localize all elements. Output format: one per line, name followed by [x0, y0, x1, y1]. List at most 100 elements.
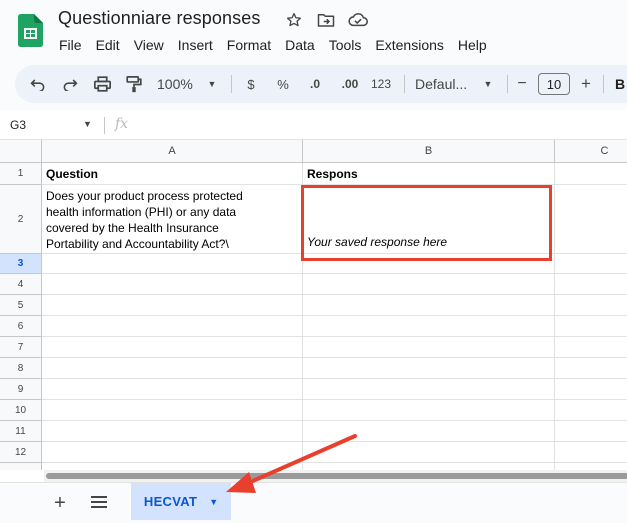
empty-cell[interactable] — [555, 358, 627, 379]
star-icon[interactable] — [283, 10, 305, 30]
empty-cell[interactable] — [555, 274, 627, 295]
cell-a1[interactable]: Question — [42, 163, 303, 185]
name-box-dropdown-icon[interactable]: ▼ — [83, 119, 92, 129]
empty-cell[interactable] — [303, 295, 555, 316]
font-dropdown-icon[interactable]: ▼ — [481, 65, 495, 103]
empty-cell[interactable] — [555, 316, 627, 337]
empty-cell[interactable] — [303, 400, 555, 421]
percent-format-button[interactable]: % — [273, 65, 293, 103]
empty-cell[interactable] — [555, 379, 627, 400]
cell-c2[interactable] — [555, 185, 627, 254]
undo-icon[interactable] — [27, 65, 49, 103]
all-sheets-menu-icon[interactable] — [90, 495, 108, 509]
row-header[interactable]: 9 — [0, 379, 42, 400]
row-header[interactable]: 12 — [0, 442, 42, 463]
row-header[interactable]: 4 — [0, 274, 42, 295]
sheet-tab-hecvat[interactable]: HECVAT ▼ — [131, 483, 231, 520]
empty-cell[interactable] — [303, 379, 555, 400]
cell-c1[interactable] — [555, 163, 627, 185]
name-box[interactable]: G3 — [10, 118, 26, 132]
empty-cell[interactable] — [555, 442, 627, 463]
cell-a2-line: health information (PHI) or any data — [46, 205, 237, 219]
toolbar-divider — [404, 75, 405, 93]
empty-cell[interactable] — [42, 379, 303, 400]
increase-font-size-button[interactable]: + — [577, 65, 595, 103]
empty-cell[interactable] — [303, 442, 555, 463]
row-header[interactable]: 11 — [0, 421, 42, 442]
empty-cell[interactable] — [42, 421, 303, 442]
cell-b1[interactable]: Respons — [303, 163, 555, 185]
annotation-highlight-box — [301, 185, 552, 261]
empty-cell[interactable] — [42, 316, 303, 337]
menu-file[interactable]: File — [52, 36, 89, 54]
print-icon[interactable] — [90, 65, 114, 103]
menu-tools[interactable]: Tools — [322, 36, 369, 54]
empty-cell[interactable] — [303, 337, 555, 358]
empty-cell[interactable] — [555, 463, 627, 470]
fx-icon: fx — [115, 116, 129, 132]
cell-a3[interactable] — [42, 254, 303, 274]
empty-cell[interactable] — [303, 358, 555, 379]
row-header[interactable] — [0, 463, 42, 470]
empty-cell[interactable] — [42, 358, 303, 379]
sheets-logo-icon[interactable] — [18, 14, 43, 47]
column-header-c[interactable]: C — [555, 140, 627, 163]
formula-divider — [104, 117, 105, 134]
row-header[interactable]: 7 — [0, 337, 42, 358]
zoom-dropdown-icon[interactable]: ▼ — [205, 65, 219, 103]
empty-cell[interactable] — [42, 442, 303, 463]
menu-data[interactable]: Data — [278, 36, 322, 54]
row-header[interactable]: 5 — [0, 295, 42, 316]
empty-cell[interactable] — [42, 274, 303, 295]
row-header[interactable]: 8 — [0, 358, 42, 379]
bold-button[interactable]: B — [612, 65, 627, 103]
empty-cell[interactable] — [555, 400, 627, 421]
currency-format-button[interactable]: $ — [241, 65, 261, 103]
row-header[interactable]: 10 — [0, 400, 42, 421]
paint-format-icon[interactable] — [122, 65, 146, 103]
empty-cell[interactable] — [42, 337, 303, 358]
cell-a2[interactable]: Does your product process protected heal… — [42, 185, 303, 254]
scrollbar-thumb[interactable] — [46, 473, 627, 479]
document-title[interactable]: Questionniare responses — [58, 8, 260, 29]
menu-insert[interactable]: Insert — [171, 36, 220, 54]
menu-view[interactable]: View — [127, 36, 171, 54]
empty-cell[interactable] — [42, 400, 303, 421]
menu-help[interactable]: Help — [451, 36, 494, 54]
decrease-decimals-button[interactable]: .0 — [302, 65, 328, 103]
empty-cell[interactable] — [555, 295, 627, 316]
toolbar-divider — [603, 75, 604, 93]
row-header[interactable]: 2 — [0, 185, 42, 254]
add-sheet-icon[interactable]: + — [50, 492, 70, 515]
increase-decimals-button[interactable]: .00 — [335, 65, 365, 103]
empty-cell[interactable] — [42, 463, 303, 470]
row-header[interactable]: 6 — [0, 316, 42, 337]
empty-cell[interactable] — [555, 421, 627, 442]
sheet-tab-dropdown-icon[interactable]: ▼ — [209, 497, 218, 507]
empty-cell[interactable] — [42, 295, 303, 316]
cloud-saved-icon[interactable] — [347, 10, 369, 30]
row-header-active[interactable]: 3 — [0, 254, 42, 274]
empty-cell[interactable] — [303, 316, 555, 337]
redo-icon[interactable] — [59, 65, 81, 103]
menu-extensions[interactable]: Extensions — [368, 36, 450, 54]
menu-format[interactable]: Format — [220, 36, 278, 54]
font-size-input[interactable]: 10 — [538, 73, 570, 95]
move-to-folder-icon[interactable] — [315, 10, 337, 30]
empty-cell[interactable] — [303, 463, 555, 470]
row-header[interactable]: 1 — [0, 163, 42, 185]
empty-cell[interactable] — [303, 274, 555, 295]
empty-cell[interactable] — [555, 337, 627, 358]
decrease-font-size-button[interactable]: − — [513, 65, 531, 103]
number-format-button[interactable]: 123 — [368, 65, 394, 103]
column-header-a[interactable]: A — [42, 140, 303, 163]
menu-edit[interactable]: Edit — [89, 36, 127, 54]
font-family-value: Defaul... — [415, 76, 468, 92]
column-header-b[interactable]: B — [303, 140, 555, 163]
select-all-corner[interactable] — [0, 140, 42, 163]
font-family-select[interactable]: Defaul... — [415, 65, 477, 103]
horizontal-scrollbar[interactable] — [44, 470, 627, 482]
zoom-select[interactable]: 100% — [157, 65, 201, 103]
empty-cell[interactable] — [303, 421, 555, 442]
cell-c3[interactable] — [555, 254, 627, 274]
